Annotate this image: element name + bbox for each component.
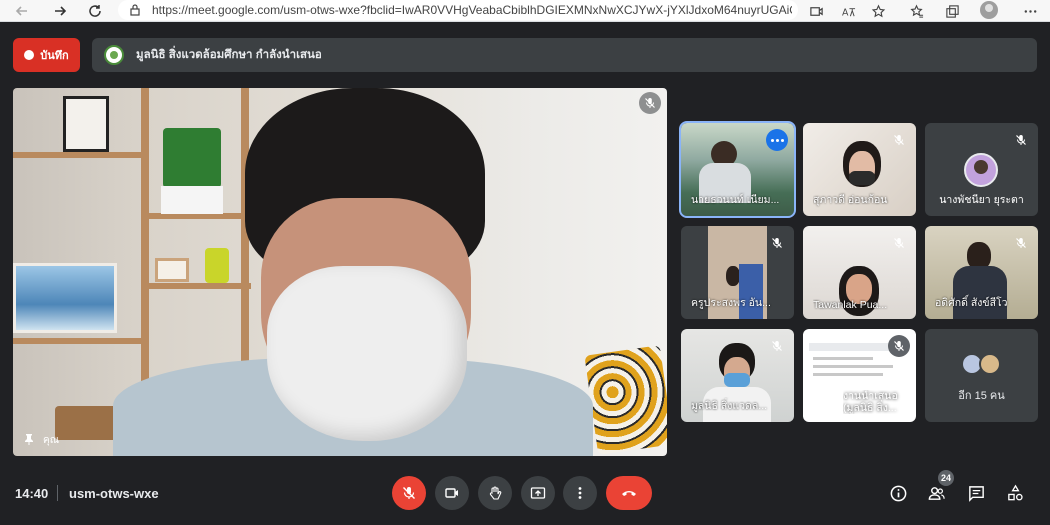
org-logo-icon [104,45,124,65]
people-icon [928,486,945,500]
lock-icon [130,4,140,16]
end-call-icon [622,491,636,496]
svg-text:A: A [841,7,848,18]
participant-name: มูลนิธิ สิ่งแวดล... [691,400,768,412]
mic-off-icon [1010,129,1032,151]
wall-frame [63,96,109,152]
participant-tile[interactable]: ครูประสงพร อัน... [681,226,794,319]
participant-name: อดิศักดิ์ สังข์สีโว [935,297,1008,309]
participant-tile[interactable]: นายธวนนท์ เนียม... [679,121,796,218]
participant-count-badge: 24 [938,470,954,486]
extensions-icon[interactable] [942,1,962,21]
slide-line [813,365,893,368]
basket [55,406,119,440]
pillow [584,345,667,455]
more-participants-label: อีก 15 คน [958,390,1005,402]
mic-toggle-button[interactable] [392,476,426,510]
hand-icon [489,486,502,500]
more-avatars [961,353,1001,375]
shelf-board [13,152,149,158]
participant-name: นายธวนนท์ เนียม... [691,194,780,206]
more-options-button[interactable] [563,476,597,510]
participant-head [726,266,740,286]
avatar [979,353,1001,375]
mic-off-icon [888,232,910,254]
camera-icon[interactable] [806,1,826,21]
meeting-time: 14:40 [15,486,49,501]
address-bar[interactable]: https://meet.google.com/usm-otws-wxe?fbc… [118,0,798,20]
avatar [964,153,998,187]
participant-tile[interactable]: Tawanlak Pua... [803,226,916,319]
face-mask [267,266,467,441]
participant-name: สุภาวดี อ่อนก้อน [813,194,888,206]
participant-tile[interactable]: สุภาวดี อ่อนก้อน [803,123,916,216]
profile-icon[interactable] [980,1,998,19]
record-button[interactable]: บันทึก [13,38,80,72]
plant-pot [161,186,223,214]
raise-hand-button[interactable] [478,476,512,510]
photo-frame [155,258,189,282]
camera-toggle-button[interactable] [435,476,469,510]
participant-name: งานนำเสนอ (มูลนิธิ สิ่ง... [843,390,898,414]
reload-icon[interactable] [85,1,105,21]
mic-off-icon [766,232,788,254]
collections-icon[interactable] [906,1,926,21]
shelf-board [141,283,251,289]
shelf-board [13,338,149,344]
camera-icon [445,488,458,498]
mic-off-icon [403,487,415,499]
participant-tile[interactable]: นางพัชนียา ยุระตา [925,123,1038,216]
mic-off-icon [639,92,661,114]
meeting-code: usm-otws-wxe [69,486,159,501]
translate-icon[interactable]: A [838,1,858,21]
participant-name: Tawanlak Pua... [813,299,888,311]
record-label: บันทึก [40,50,69,62]
main-video[interactable]: คุณ [13,88,667,456]
self-label: คุณ [23,433,59,448]
present-screen-button[interactable] [521,476,555,510]
meeting-info-button[interactable] [887,482,909,504]
slide-line [813,373,883,376]
participant-tile[interactable]: งานนำเสนอ (มูลนิธิ สิ่ง... [803,329,916,422]
browser-toolbar: https://meet.google.com/usm-otws-wxe?fbc… [0,0,1050,22]
plant [163,128,221,188]
back-icon[interactable] [12,1,32,21]
present-icon [530,487,546,499]
participant-tile[interactable]: มูลนิธิ สิ่งแวดล... [681,329,794,422]
slide-line [813,357,873,360]
info-icon [890,485,906,501]
record-dot-icon [24,50,35,60]
activities-icon [1007,484,1023,500]
more-vert-icon [578,487,582,499]
participant-name: นางพัชนียา ยุระตา [939,194,1024,206]
mic-off-icon [888,129,910,151]
end-call-button[interactable] [606,476,652,510]
wall-painting [13,263,117,333]
presenting-text: มูลนิธิ สิ่งแวดล้อมศึกษา กำลังนำเสนอ [136,49,322,61]
more-participants-tile[interactable]: อีก 15 คน [925,329,1038,422]
url-text: https://meet.google.com/usm-otws-wxe?fbc… [152,3,792,17]
participant-name: ครูประสงพร อัน... [691,297,771,309]
chat-icon [968,485,984,502]
activities-button[interactable] [1004,482,1026,504]
mic-off-icon [1010,232,1032,254]
favorite-icon[interactable] [868,1,888,21]
pin-icon[interactable] [23,433,35,448]
small-plant [205,248,229,283]
presenting-banner: มูลนิธิ สิ่งแวดล้อมศึกษา กำลังนำเสนอ [92,38,1037,72]
face-mask [849,171,875,185]
participant-tile[interactable]: อดิศักดิ์ สังข์สีโว [925,226,1038,319]
more-icon[interactable] [1020,1,1040,21]
face-mask [724,373,750,387]
mic-off-icon [766,335,788,357]
chat-button[interactable] [965,482,987,504]
participant-body [953,266,1007,319]
self-name: คุณ [43,435,59,446]
divider [57,485,58,501]
more-options-button[interactable] [766,129,788,151]
mic-off-icon [888,335,910,357]
forward-icon[interactable] [50,1,70,21]
